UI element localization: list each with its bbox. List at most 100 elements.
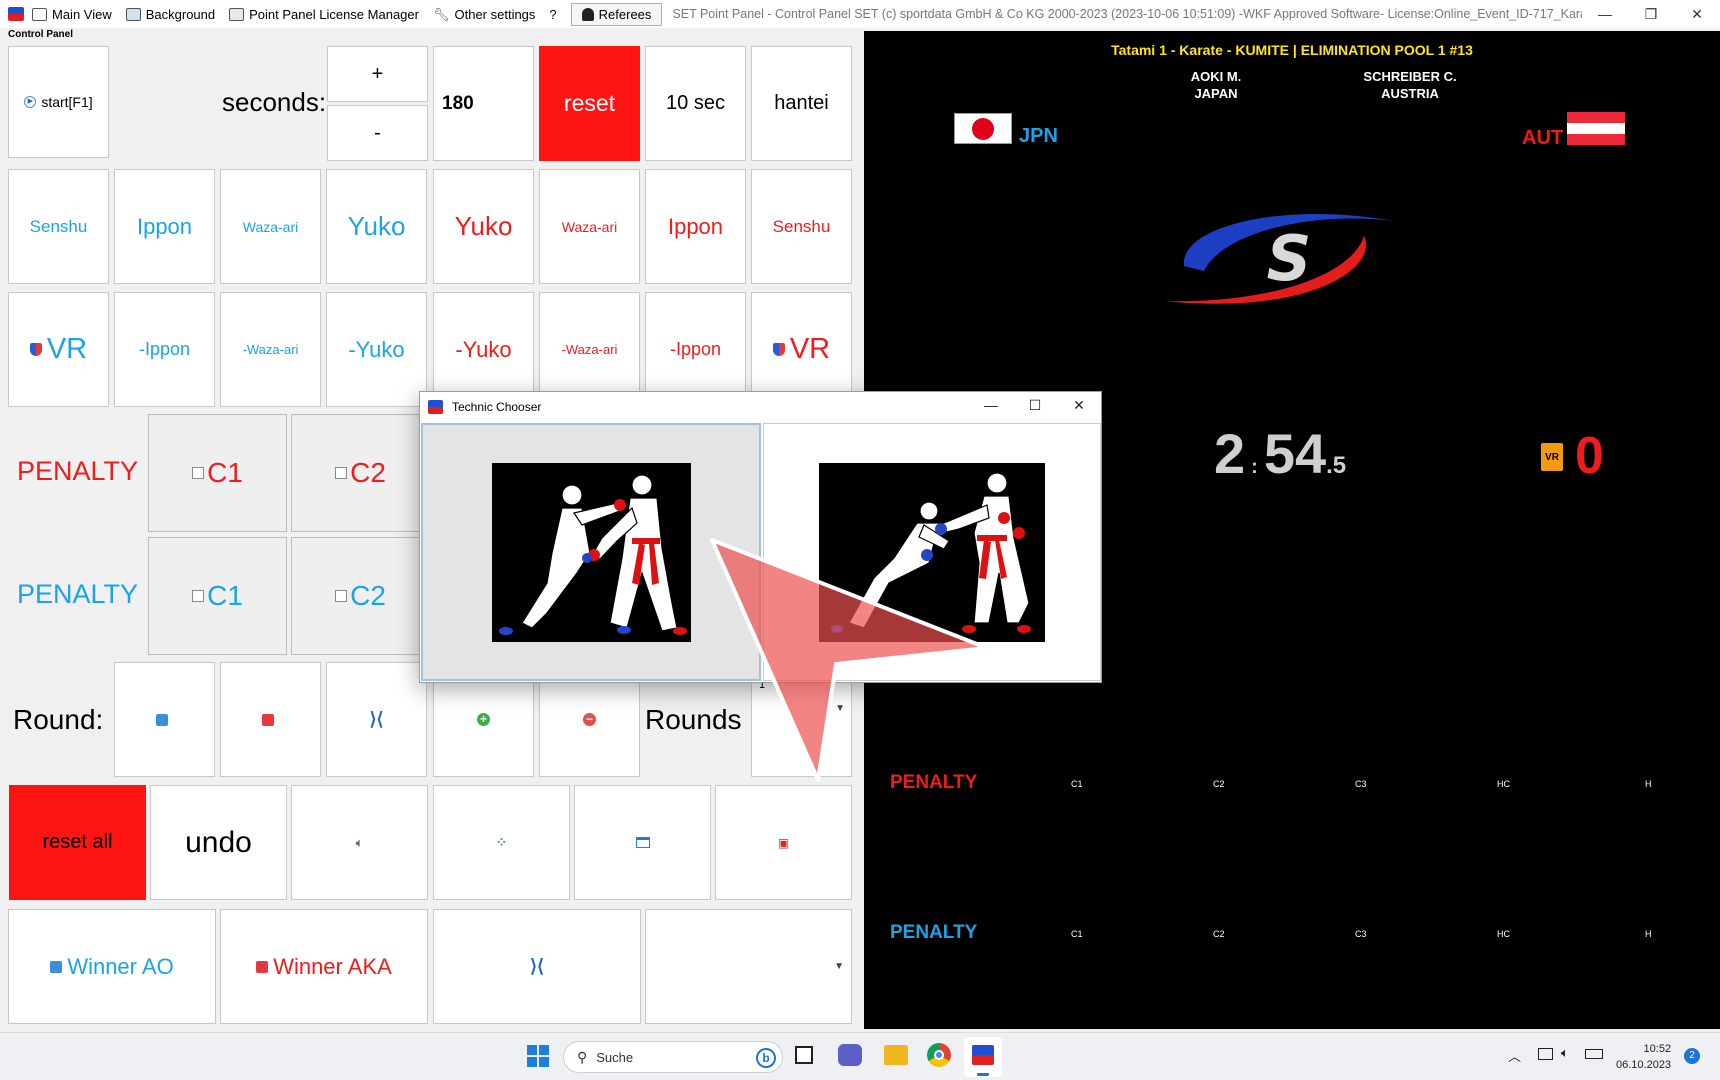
chevron-down-icon: ▼	[834, 961, 844, 972]
minimize-button[interactable]: —	[1582, 0, 1628, 28]
seconds-minus-button[interactable]: -	[327, 105, 428, 161]
referees-button[interactable]: Referees	[570, 2, 663, 26]
chat-icon[interactable]	[838, 1044, 862, 1066]
network-icon[interactable]	[1538, 1048, 1553, 1060]
dialog-maximize-button[interactable]: ☐	[1013, 392, 1057, 419]
aka-c2-checkbox[interactable]: C2	[291, 414, 430, 532]
fullscreen-button[interactable]: ⁘	[433, 785, 570, 900]
checkbox-icon	[192, 590, 205, 602]
file-explorer-icon[interactable]	[884, 1045, 908, 1065]
karate-punch-picture	[491, 462, 691, 642]
control-panel-label: Control Panel	[8, 29, 74, 40]
ao-waza-ari-button[interactable]: Waza-ari	[220, 169, 321, 284]
maximize-button[interactable]: ❐	[1628, 0, 1674, 28]
winner-ao-button[interactable]: Winner AO	[8, 909, 216, 1024]
austria-flag-icon	[1567, 112, 1625, 145]
draw-button[interactable]: ⟩⟨	[433, 909, 641, 1024]
winner-aka-button[interactable]: Winner AKA	[220, 909, 428, 1024]
speaker-icon[interactable]: 🔈︎	[1561, 1045, 1569, 1061]
battery-icon[interactable]	[1585, 1049, 1603, 1059]
camera-button[interactable]: ▣	[715, 785, 852, 900]
technique-option-kick[interactable]	[763, 423, 1101, 681]
ao-ippon-button[interactable]: Ippon	[114, 169, 215, 284]
aka-penalty-label: PENALTY	[890, 772, 978, 793]
menu-license-manager[interactable]: Point Panel License Manager	[229, 7, 419, 22]
hantei-button[interactable]: hantei	[751, 46, 852, 161]
start-menu-button[interactable]	[527, 1045, 549, 1067]
panel-icon	[229, 7, 245, 21]
clock[interactable]: 10:52 06.10.2023	[1616, 1041, 1671, 1073]
window-controls: — ❐ ✕	[1582, 0, 1720, 28]
aka-senshu-button[interactable]: Senshu	[751, 169, 852, 284]
aka-minus-ippon-button[interactable]: -Ippon	[645, 292, 746, 407]
aka-penalty-c1: C1	[1071, 779, 1083, 789]
window-title: SET Point Panel - Control Panel SET (c) …	[672, 7, 1673, 21]
ao-minus-yuko-button[interactable]: -Yuko	[326, 292, 427, 407]
ao-yuko-button[interactable]: Yuko	[326, 169, 427, 284]
ao-c1-checkbox[interactable]: C1	[148, 537, 287, 655]
karate-kick-picture	[819, 462, 1045, 642]
red-flag-icon	[262, 713, 274, 726]
aka-ippon-button[interactable]: Ippon	[645, 169, 746, 284]
ao-minus-ippon-button[interactable]: -Ippon	[114, 292, 215, 407]
window-button[interactable]	[574, 785, 711, 900]
dialog-close-button[interactable]: ✕	[1057, 392, 1101, 419]
ten-sec-button[interactable]: 10 sec	[645, 46, 746, 161]
plus-circle-icon: +	[477, 713, 490, 726]
aka-country-code: AUT	[1522, 127, 1564, 149]
reset-button[interactable]: reset	[539, 46, 640, 161]
minus-circle-icon: −	[583, 713, 596, 726]
taskbar-search[interactable]: ⚲ Suche b	[563, 1041, 783, 1073]
sportdata-logo-icon: S	[1164, 213, 1394, 304]
menu-background[interactable]: Background	[125, 7, 215, 22]
seconds-input[interactable]: 180	[433, 46, 534, 161]
menu-other-settings[interactable]: 🔧︎ Other settings	[432, 7, 535, 22]
dialog-minimize-button[interactable]: —	[969, 392, 1013, 419]
ao-penalty-hc: HC	[1497, 929, 1510, 939]
technique-option-punch[interactable]	[421, 423, 761, 681]
ao-minus-waza-ari-button[interactable]: -Waza-ari	[220, 292, 321, 407]
shield-icon	[29, 343, 42, 356]
menu-main-view[interactable]: Main View	[32, 7, 112, 22]
ao-senshu-button[interactable]: Senshu	[8, 169, 109, 284]
aka-minus-yuko-button[interactable]: -Yuko	[433, 292, 534, 407]
bing-icon: b	[756, 1048, 776, 1068]
close-button[interactable]: ✕	[1674, 0, 1720, 28]
shield-icon	[772, 343, 785, 356]
aka-penalty-hc: HC	[1497, 779, 1510, 789]
ao-flag-button[interactable]	[114, 662, 215, 777]
blue-flag-icon	[50, 960, 63, 973]
ao-country-code: JPN	[1019, 125, 1058, 147]
checkbox-icon	[335, 467, 348, 479]
undo-button[interactable]: undo	[150, 785, 287, 900]
aka-c1-checkbox[interactable]: C1	[148, 414, 287, 532]
ao-vr-button[interactable]: VR	[8, 292, 109, 407]
menu-help[interactable]: ?	[549, 7, 556, 22]
timer-seconds: 54	[1263, 422, 1327, 485]
versus-button[interactable]: ⟩⟨	[326, 662, 427, 777]
search-icon: ⚲	[577, 1048, 588, 1065]
active-indicator	[977, 1073, 989, 1076]
seconds-plus-button[interactable]: +	[327, 46, 428, 102]
start-button[interactable]: ▶ start[F1]	[8, 46, 109, 158]
task-view-icon[interactable]	[795, 1046, 813, 1064]
aka-minus-waza-ari-button[interactable]: -Waza-ari	[539, 292, 640, 407]
chevron-up-icon[interactable]: ︿	[1508, 1046, 1521, 1065]
svg-text:S: S	[1267, 222, 1312, 295]
winner-select[interactable]: ▼	[645, 909, 852, 1024]
seconds-label: seconds:	[222, 86, 327, 117]
aka-yuko-button[interactable]: Yuko	[433, 169, 534, 284]
notification-badge[interactable]: 2	[1684, 1048, 1700, 1064]
chrome-icon[interactable]	[927, 1043, 951, 1067]
window-icon	[635, 837, 650, 848]
ao-c2-checkbox[interactable]: C2	[291, 537, 430, 655]
set-app-taskbar-button[interactable]	[964, 1037, 1002, 1077]
reset-all-button[interactable]: reset all	[9, 785, 146, 900]
aka-flag-button[interactable]	[220, 662, 321, 777]
app-logo-icon	[428, 399, 443, 414]
aka-vr-button[interactable]: VR	[751, 292, 852, 407]
match-header: Tatami 1 - Karate - KUMITE | ELIMINATION…	[1111, 42, 1473, 58]
dialog-title: Technic Chooser	[452, 399, 542, 414]
aka-waza-ari-button[interactable]: Waza-ari	[539, 169, 640, 284]
sound-button[interactable]: 🔈︎	[291, 785, 428, 900]
